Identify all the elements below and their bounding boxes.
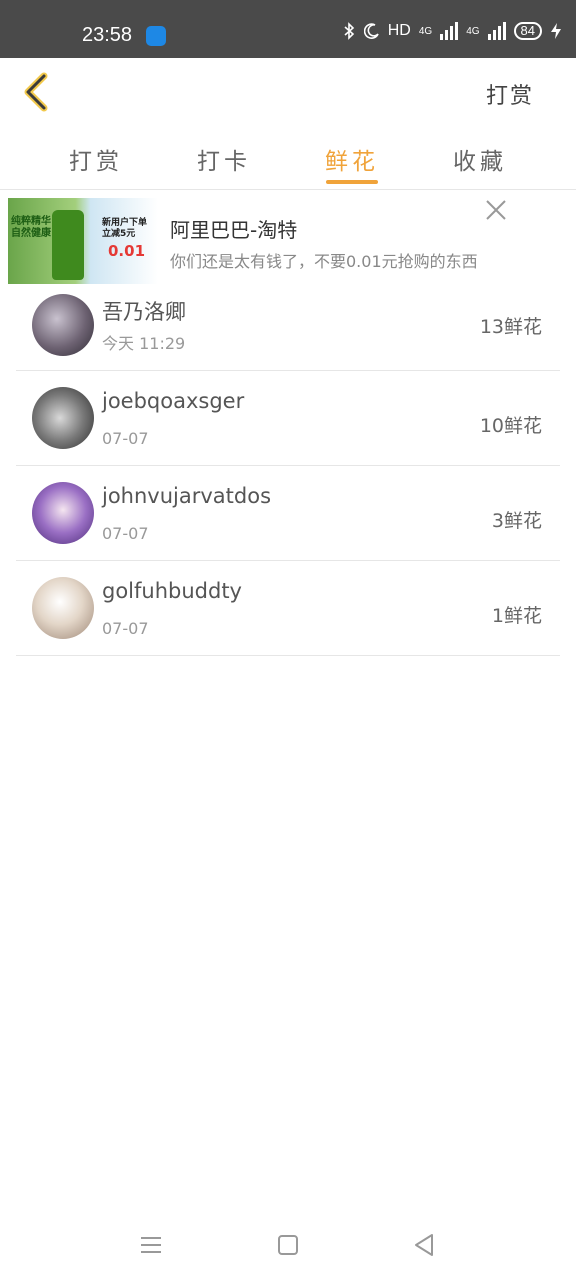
home-icon[interactable] <box>278 1235 298 1255</box>
item-date: 07-07 <box>102 524 149 543</box>
ad-description: 你们还是太有钱了，不要0.01元抢购的东西 <box>170 252 478 271</box>
bottle-icon <box>52 210 84 280</box>
flower-count: 13鲜花 <box>479 316 542 338</box>
android-app-icon <box>146 26 166 46</box>
list-item[interactable]: golfuhbuddty 07-07 1鲜花 <box>16 561 560 656</box>
moon-icon <box>363 23 379 39</box>
header: 打赏 打赏 打卡 鲜花 收藏 <box>0 58 576 190</box>
avatar[interactable] <box>32 482 94 544</box>
user-name: johnvujarvatdos <box>102 484 272 508</box>
avatar[interactable] <box>32 577 94 639</box>
avatar[interactable] <box>32 294 94 356</box>
menu-icon[interactable] <box>140 1236 162 1254</box>
status-bar: 23:58 HD 4G 4G 84 <box>0 0 576 58</box>
flower-list: 吾乃洛卿 今天 11:29 13鲜花 joebqoaxsger 07-07 10… <box>16 286 560 656</box>
bluetooth-icon <box>344 22 354 40</box>
network-2-label: 4G <box>466 25 480 37</box>
network-1-label: 4G <box>418 25 433 37</box>
tab-reward[interactable]: 打赏 <box>48 142 144 176</box>
item-date: 07-07 <box>102 429 149 448</box>
item-date: 今天 11:29 <box>102 334 186 353</box>
list-item[interactable]: joebqoaxsger 07-07 10鲜花 <box>16 371 560 466</box>
tab-favorites[interactable]: 收藏 <box>432 142 528 176</box>
tab-flowers[interactable]: 鲜花 <box>304 142 400 176</box>
tab-bar: 打赏 打卡 鲜花 收藏 <box>0 138 576 188</box>
ad-title: 阿里巴巴-淘特 <box>170 218 298 242</box>
flower-count: 10鲜花 <box>479 415 542 437</box>
ad-image[interactable]: 纯粹精华 自然健康 新用户下单 立减5元 0.01 <box>8 198 158 284</box>
back-icon[interactable] <box>412 1232 436 1258</box>
hd-indicator: HD <box>387 22 411 39</box>
user-name: joebqoaxsger <box>102 389 245 413</box>
status-time: 23:58 <box>82 24 133 46</box>
user-name: golfuhbuddty <box>102 579 242 603</box>
status-indicators: HD 4G 4G 84 <box>342 22 562 40</box>
user-name: 吾乃洛卿 <box>102 300 186 324</box>
battery-icon: 84 <box>513 22 542 40</box>
ad-image-price: 0.01 <box>108 242 146 260</box>
signal-icon <box>487 22 506 40</box>
ad-image-text: 纯粹精华 自然健康 <box>11 216 51 239</box>
item-date: 07-07 <box>102 619 149 638</box>
flower-count: 3鲜花 <box>491 510 542 532</box>
back-button[interactable] <box>16 70 60 114</box>
system-nav-bar <box>0 1216 576 1280</box>
list-item[interactable]: 吾乃洛卿 今天 11:29 13鲜花 <box>16 286 560 371</box>
ad-banner[interactable]: 纯粹精华 自然健康 新用户下单 立减5元 0.01 阿里巴巴-淘特 你们还是太有… <box>0 190 576 286</box>
list-item[interactable]: johnvujarvatdos 07-07 3鲜花 <box>16 466 560 561</box>
ad-image-promo: 新用户下单 立减5元 <box>102 218 148 239</box>
close-icon[interactable] <box>484 198 508 222</box>
tab-checkin[interactable]: 打卡 <box>176 142 272 176</box>
flower-count: 1鲜花 <box>491 605 542 627</box>
avatar[interactable] <box>32 387 94 449</box>
charging-icon <box>551 23 561 39</box>
signal-icon <box>440 22 459 40</box>
tab-indicator <box>326 180 378 184</box>
reward-button[interactable]: 打赏 <box>486 78 534 110</box>
